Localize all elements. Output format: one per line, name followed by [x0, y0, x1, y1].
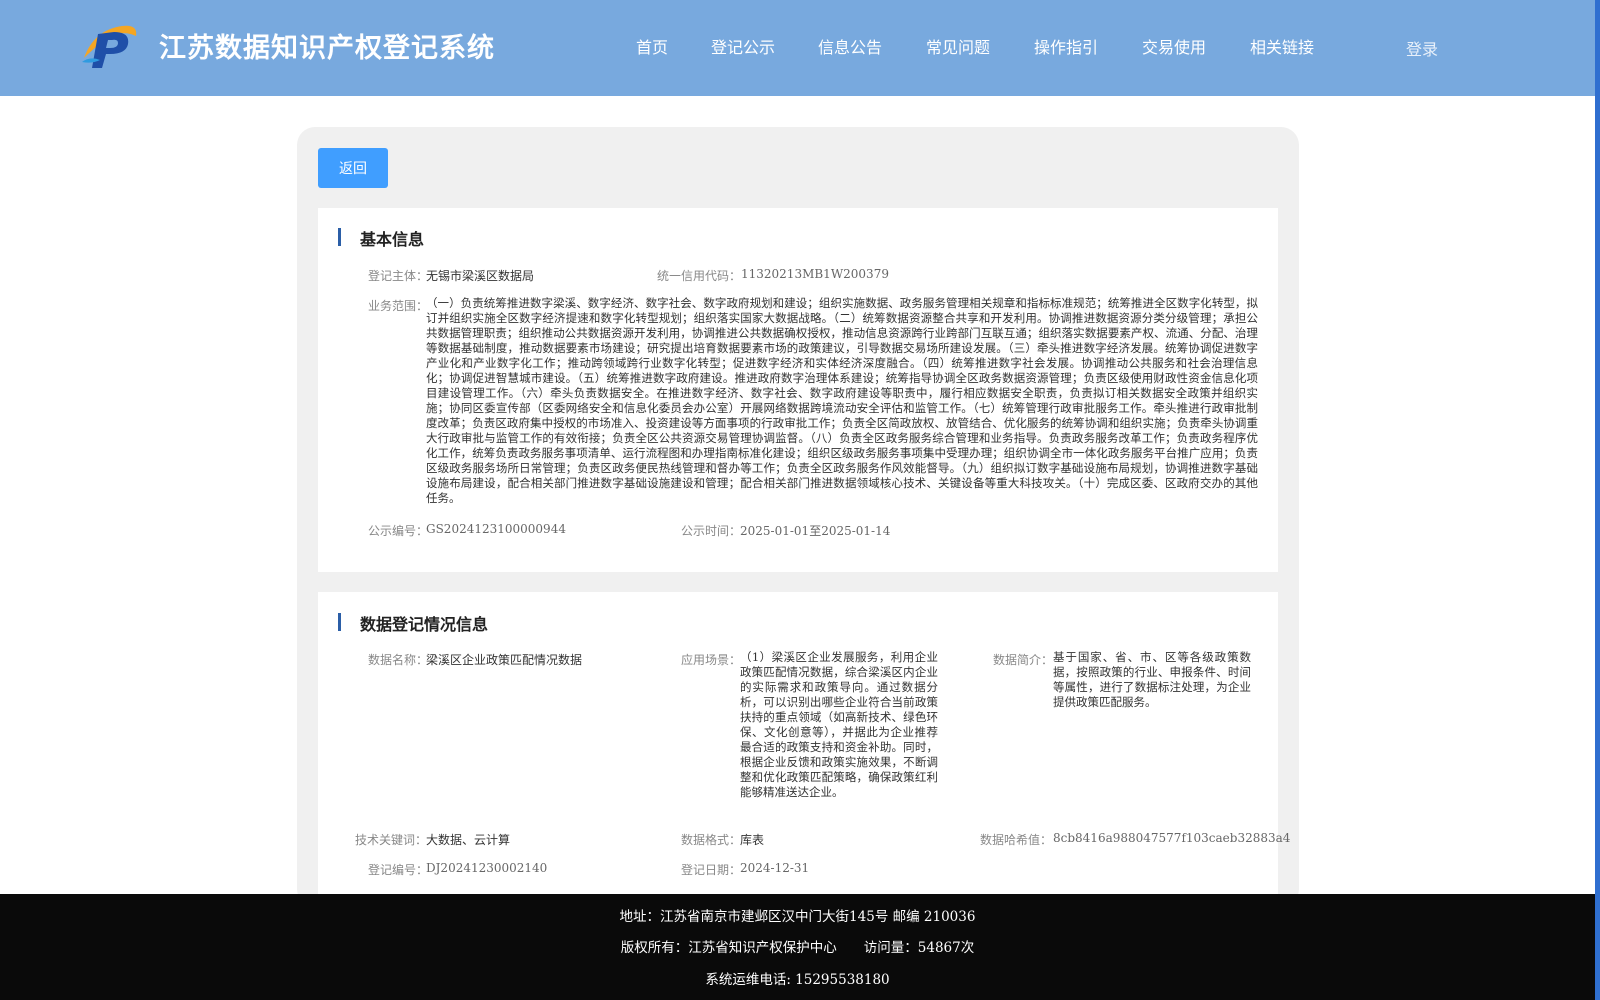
footer-copyright: 版权所有：江苏省知识产权保护中心 访问量：54867次: [620, 940, 975, 956]
section-marker: [338, 228, 341, 246]
nav-registration-notice[interactable]: 登记公示: [711, 34, 775, 58]
data-registration-card: 数据登记情况信息 数据名称： 梁溪区企业政策匹配情况数据 应用场景： （1）梁溪…: [318, 592, 1290, 902]
scene-text: （1）梁溪区企业发展服务，利用企业政策匹配情况数据，综合梁溪区内企业的实际需求和…: [740, 650, 938, 799]
scope-text: （一）负责统筹推进数字梁溪、数字经济、数字社会、数字政府规划和建设；组织实施数据…: [426, 296, 1258, 505]
nav-guide[interactable]: 操作指引: [1034, 34, 1098, 58]
section-marker: [338, 613, 341, 631]
tech-keyword-value: 大数据、云计算: [426, 833, 511, 847]
notice-time-value: 2025-01-01至2025-01-14: [740, 524, 891, 538]
footer-phone: 系统运维电话: 15295538180: [705, 972, 890, 988]
hash-label: 数据哈希值：: [980, 833, 1053, 847]
page-footer: 地址：江苏省南京市建邺区汉中门大街145号 邮编 210036 版权所有：江苏省…: [0, 894, 1595, 1000]
basic-info-card: 基本信息 登记主体： 无锡市梁溪区数据局 统一信用代码： 11320213MB1…: [318, 208, 1278, 572]
credit-code-value: 11320213MB1W200379: [741, 267, 889, 281]
nav-home[interactable]: 首页: [636, 34, 668, 58]
notice-no-value: GS2024123100000944: [426, 522, 566, 536]
credit-code-label: 统一信用代码：: [657, 269, 742, 283]
scene-label: 应用场景：: [681, 653, 742, 667]
tech-keyword-label: 技术关键词：: [355, 833, 428, 847]
nav-faq[interactable]: 常见问题: [926, 34, 990, 58]
intro-label: 数据简介：: [993, 653, 1054, 667]
subject-label: 登记主体：: [368, 269, 429, 283]
page-edge-stripe: [1595, 0, 1600, 1000]
format-label: 数据格式：: [681, 833, 742, 847]
scope-label: 业务范围：: [368, 299, 429, 313]
nav-related-links[interactable]: 相关链接: [1250, 34, 1314, 58]
notice-time-label: 公示时间：: [681, 524, 742, 538]
data-reg-title: 数据登记情况信息: [360, 615, 489, 634]
reg-no-value: DJ20241230002140: [426, 861, 548, 875]
top-header: 江苏数据知识产权登记系统 首页 登记公示 信息公告 常见问题 操作指引 交易使用…: [0, 0, 1595, 96]
footer-address: 地址：江苏省南京市建邺区汉中门大街145号 邮编 210036: [619, 909, 976, 925]
site-logo[interactable]: [80, 20, 140, 70]
nav-info-announcement[interactable]: 信息公告: [818, 34, 882, 58]
hash-value: 8cb8416a988047577f103caeb32883a4: [1053, 831, 1291, 845]
format-value: 库表: [740, 833, 765, 847]
subject-value: 无锡市梁溪区数据局: [426, 269, 535, 283]
nav-trade-use[interactable]: 交易使用: [1142, 34, 1206, 58]
back-button[interactable]: 返回: [318, 148, 388, 188]
data-name-label: 数据名称：: [368, 653, 429, 667]
reg-date-label: 登记日期：: [681, 863, 742, 877]
site-title[interactable]: 江苏数据知识产权登记系统: [159, 26, 495, 65]
reg-date-value: 2024-12-31: [740, 861, 810, 875]
login-link[interactable]: 登录: [1406, 36, 1438, 60]
intro-text: 基于国家、省、市、区等各级政策数据，按照政策的行业、申报条件、时间等属性，进行了…: [1053, 650, 1251, 709]
reg-no-label: 登记编号：: [368, 863, 429, 877]
notice-no-label: 公示编号：: [368, 524, 429, 538]
data-name-value: 梁溪区企业政策匹配情况数据: [426, 653, 583, 667]
basic-info-title: 基本信息: [360, 230, 425, 249]
